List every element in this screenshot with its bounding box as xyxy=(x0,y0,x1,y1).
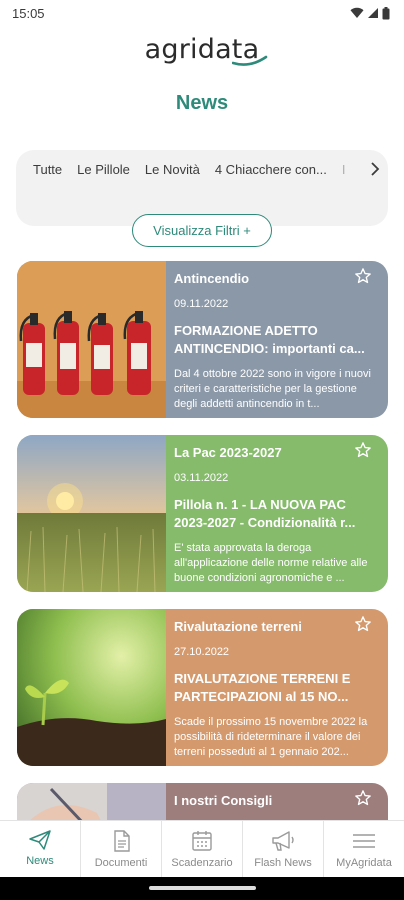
logo-swoosh-icon xyxy=(232,55,268,66)
news-title: Pillola n. 1 - LA NUOVA PAC 2023-2027 - … xyxy=(174,497,356,530)
tab-label: Documenti xyxy=(94,857,148,869)
app-screen: 15:05 agridata News Tutte Le Pillole Le … xyxy=(0,0,404,900)
news-card[interactable]: Rivalutazione terreni 27.10.2022 RIVALUT… xyxy=(17,609,388,766)
news-date: 09.11.2022 xyxy=(174,298,229,310)
page-title: News xyxy=(175,92,229,114)
paper-plane-icon xyxy=(29,830,51,850)
status-icons xyxy=(350,6,390,20)
system-navigation-bar xyxy=(0,877,404,900)
star-icon[interactable] xyxy=(354,615,372,633)
news-card-body: Antincendio 09.11.2022 FORMAZIONE ADETTO… xyxy=(166,261,388,418)
wifi-icon xyxy=(350,7,364,19)
megaphone-icon xyxy=(272,831,294,851)
news-category: La Pac 2023-2027 xyxy=(174,445,282,460)
tab-label: Scadenzario xyxy=(171,857,233,869)
news-category: Antincendio xyxy=(174,271,250,286)
news-card[interactable]: Antincendio 09.11.2022 FORMAZIONE ADETTO… xyxy=(17,261,388,418)
category-tab[interactable]: Le Pillole xyxy=(77,162,130,182)
status-time: 15:05 xyxy=(12,5,45,21)
tab-label: MyAgridata xyxy=(336,857,392,869)
chevron-right-icon[interactable] xyxy=(370,162,380,176)
tab-myagridata[interactable]: MyAgridata xyxy=(324,821,404,877)
tab-flash-news[interactable]: Flash News xyxy=(243,821,324,877)
star-icon[interactable] xyxy=(354,789,372,807)
news-date: 03.11.2022 xyxy=(174,472,229,484)
calendar-icon xyxy=(192,831,212,851)
home-gesture-handle[interactable] xyxy=(149,886,256,890)
news-excerpt: Dal 4 ottobre 2022 sono in vigore i nuov… xyxy=(174,368,371,410)
news-title: RIVALUTAZIONE TERRENI E PARTECIPAZIONI a… xyxy=(174,671,351,704)
news-date: 27.10.2022 xyxy=(174,646,230,658)
tab-scadenzario[interactable]: Scadenzario xyxy=(162,821,243,877)
document-icon xyxy=(114,830,130,852)
bottom-tab-bar: News Documenti Scadenzario Flash News My… xyxy=(0,820,404,877)
app-logo: agridata xyxy=(0,34,404,66)
news-image-seedling xyxy=(17,609,166,766)
category-tab[interactable]: Le Novità xyxy=(145,162,200,182)
status-bar: 15:05 xyxy=(0,0,404,26)
category-tab[interactable]: I xyxy=(342,162,346,182)
star-icon[interactable] xyxy=(354,267,372,285)
news-excerpt: Scade il prossimo 15 novembre 2022 la po… xyxy=(174,716,368,758)
news-card-body: Rivalutazione terreni 27.10.2022 RIVALUT… xyxy=(166,609,388,766)
battery-icon xyxy=(382,6,390,19)
menu-icon xyxy=(353,834,375,848)
tab-label: News xyxy=(26,855,54,867)
news-image-fire-extinguishers xyxy=(17,261,166,418)
news-category: Rivalutazione terreni xyxy=(174,619,302,634)
signal-icon xyxy=(368,8,378,18)
news-title: FORMAZIONE ADETTO ANTINCENDIO: important… xyxy=(174,323,365,356)
tab-label: Flash News xyxy=(254,857,312,869)
news-excerpt: E' stata approvata la deroga all'applica… xyxy=(174,542,368,584)
category-tab[interactable]: 4 Chiacchere con... xyxy=(215,162,327,182)
news-card-body: La Pac 2023-2027 03.11.2022 Pillola n. 1… xyxy=(166,435,388,592)
tab-news[interactable]: News xyxy=(0,821,81,877)
category-tab[interactable]: Tutte xyxy=(33,162,62,182)
tab-documenti[interactable]: Documenti xyxy=(81,821,162,877)
star-icon[interactable] xyxy=(354,441,372,459)
news-card[interactable]: La Pac 2023-2027 03.11.2022 Pillola n. 1… xyxy=(17,435,388,592)
show-filters-button[interactable]: Visualizza Filtri + xyxy=(132,214,272,247)
news-image-wheat-field xyxy=(17,435,166,592)
category-tabs[interactable]: Tutte Le Pillole Le Novità 4 Chiacchere … xyxy=(33,162,373,182)
news-category: I nostri Consigli xyxy=(174,793,273,808)
